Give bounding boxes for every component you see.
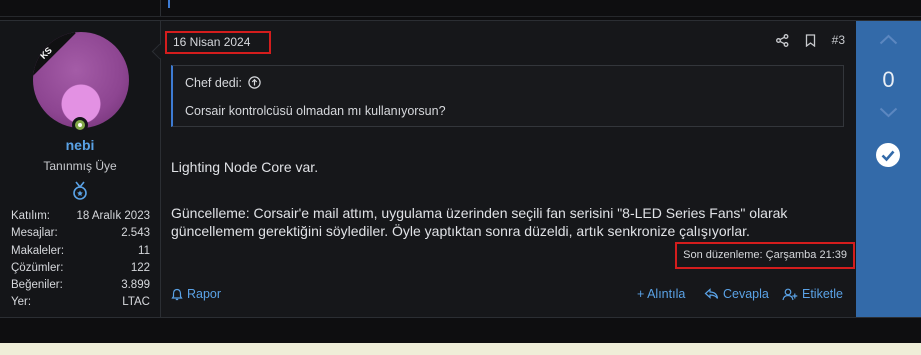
vote-panel: 0 [856,21,921,317]
stat-value: 122 [130,261,150,274]
tag-label: Etiketle [802,287,843,301]
avatar[interactable]: KS [33,32,129,128]
quote-text: Corsair kontrolcüsü olmadan mı kullanıyo… [185,104,446,118]
quote-label: + Alıntıla [637,287,686,301]
stat-label: Çözümler: [11,261,64,274]
stat-value: LTAC [122,296,150,309]
stat-row: Çözümler: 122 [11,260,150,277]
flag-icon [171,288,183,301]
stat-label: Beğeniler: [11,279,63,292]
stat-label: Mesajlar: [11,227,58,240]
user-panel: KS nebi Tanınmış Üye Katılım: 18 Aralık 2… [0,21,161,317]
post-actions: #3 [775,33,845,47]
upvote-icon[interactable] [856,33,921,47]
downvote-icon[interactable] [856,105,921,119]
reply-button[interactable]: Cevapla [704,287,769,301]
quote-author: Chef dedi: [185,76,242,90]
reply-label: Cevapla [723,287,769,301]
quote-block: Chef dedi: Corsair kontrolcüsü olmadan m… [171,65,844,127]
tag-user-icon [782,288,798,301]
stat-row: Katılım: 18 Aralık 2023 [11,208,150,225]
arrow-up-circle-icon[interactable] [248,76,262,89]
stat-value: 11 [138,244,150,257]
post-content: 16 Nisan 2024 #3 Chef dedi: Corsair kont… [161,21,855,317]
quote-button[interactable]: + Alıntıla [637,287,685,301]
stat-row: Mesajlar: 2.543 [11,225,150,242]
stat-value: 3.899 [121,279,150,292]
tag-button[interactable]: Etiketle [782,287,843,301]
stat-row: Beğeniler: 3.899 [11,277,150,294]
stat-row: Yer: LTAC [11,294,150,311]
stat-label: Yer: [11,296,32,309]
reply-icon [704,288,719,300]
next-banner [0,343,921,355]
post-date[interactable]: 16 Nisan 2024 [165,31,271,54]
post: KS nebi Tanınmış Üye Katılım: 18 Aralık 2… [0,20,921,318]
stat-label: Katılım: [11,210,50,222]
medal-icon[interactable] [71,181,89,201]
stat-label: Makaleler: [11,244,65,257]
vote-score: 0 [882,67,895,92]
last-edited: Son düzenleme: Çarşamba 21:39 [675,242,855,269]
divider [160,0,161,16]
stat-value: 18 Aralık 2023 [76,210,150,222]
share-icon[interactable] [775,33,789,47]
stat-row: Makaleler: 11 [11,243,150,260]
message-line: Lighting Node Core var. [171,159,319,175]
message-line: Güncelleme: Corsair'e mail attım, uygula… [171,205,788,221]
stat-value: 2.543 [121,227,150,240]
user-stats: Katılım: 18 Aralık 2023 Mesajlar: 2.543 Ma… [11,208,150,312]
quote-accent [168,0,170,8]
report-button[interactable]: Rapor [171,287,221,301]
report-label: Rapor [187,287,222,301]
quote-header[interactable]: Chef dedi: [185,76,262,90]
bookmark-icon[interactable] [805,33,816,47]
message-line: güncellemem gerektiğini söylediler. Öyle… [171,223,750,239]
post-number[interactable]: #3 [832,33,845,47]
online-status-icon [72,117,88,133]
user-title: Tanınmış Üye [43,159,117,173]
previous-post-strip [0,0,921,17]
username[interactable]: nebi [0,137,160,153]
avatar-badge: KS [33,32,76,83]
solution-check-icon[interactable] [876,143,900,167]
